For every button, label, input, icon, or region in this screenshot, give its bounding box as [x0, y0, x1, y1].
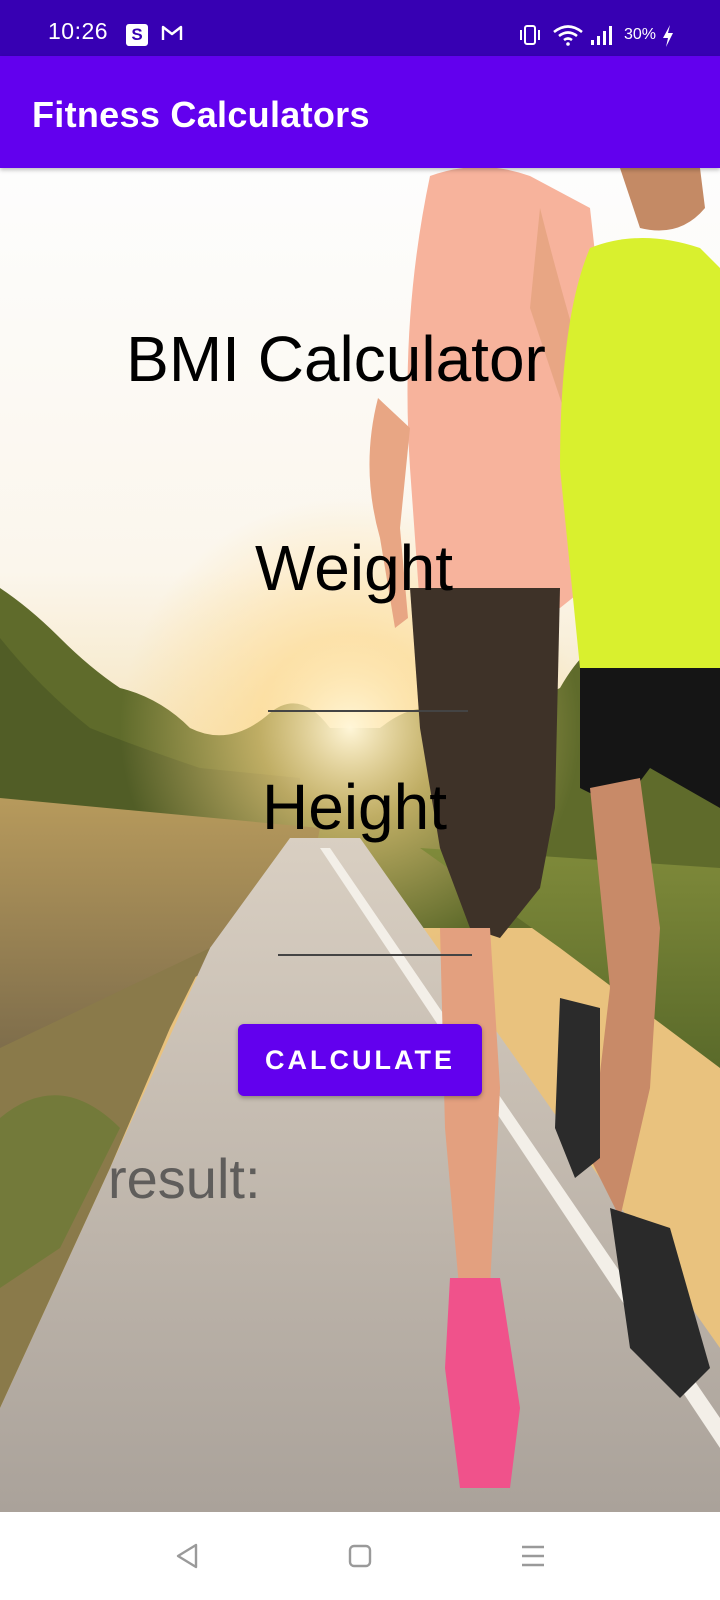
navigation-bar [0, 1512, 720, 1600]
calculate-button[interactable]: CALCULATE [238, 1024, 482, 1096]
bmi-screen: BMI Calculator Weight Height CALCULATE r… [0, 168, 720, 1512]
weight-input[interactable] [268, 658, 468, 712]
status-bar: 10:26 S 30% [0, 0, 720, 56]
charging-bolt-icon [663, 25, 673, 47]
back-icon[interactable] [174, 1542, 200, 1570]
weight-label: Weight [255, 532, 454, 604]
battery-level: 30% [624, 26, 657, 43]
bmi-calculator-title: BMI Calculator [126, 323, 546, 395]
app-bar: Fitness Calculators [0, 56, 720, 168]
vibrate-icon [520, 25, 540, 45]
height-input[interactable] [278, 902, 472, 956]
wifi-icon [553, 25, 583, 46]
app-title: Fitness Calculators [32, 94, 370, 135]
s-app-icon: S [126, 24, 148, 46]
height-label: Height [262, 771, 447, 843]
status-time: 10:26 [48, 18, 109, 44]
recents-icon[interactable] [520, 1544, 546, 1568]
gmail-icon [161, 25, 183, 40]
signal-icon [591, 26, 612, 45]
result-label: result: [108, 1147, 261, 1210]
home-icon[interactable] [348, 1544, 372, 1568]
